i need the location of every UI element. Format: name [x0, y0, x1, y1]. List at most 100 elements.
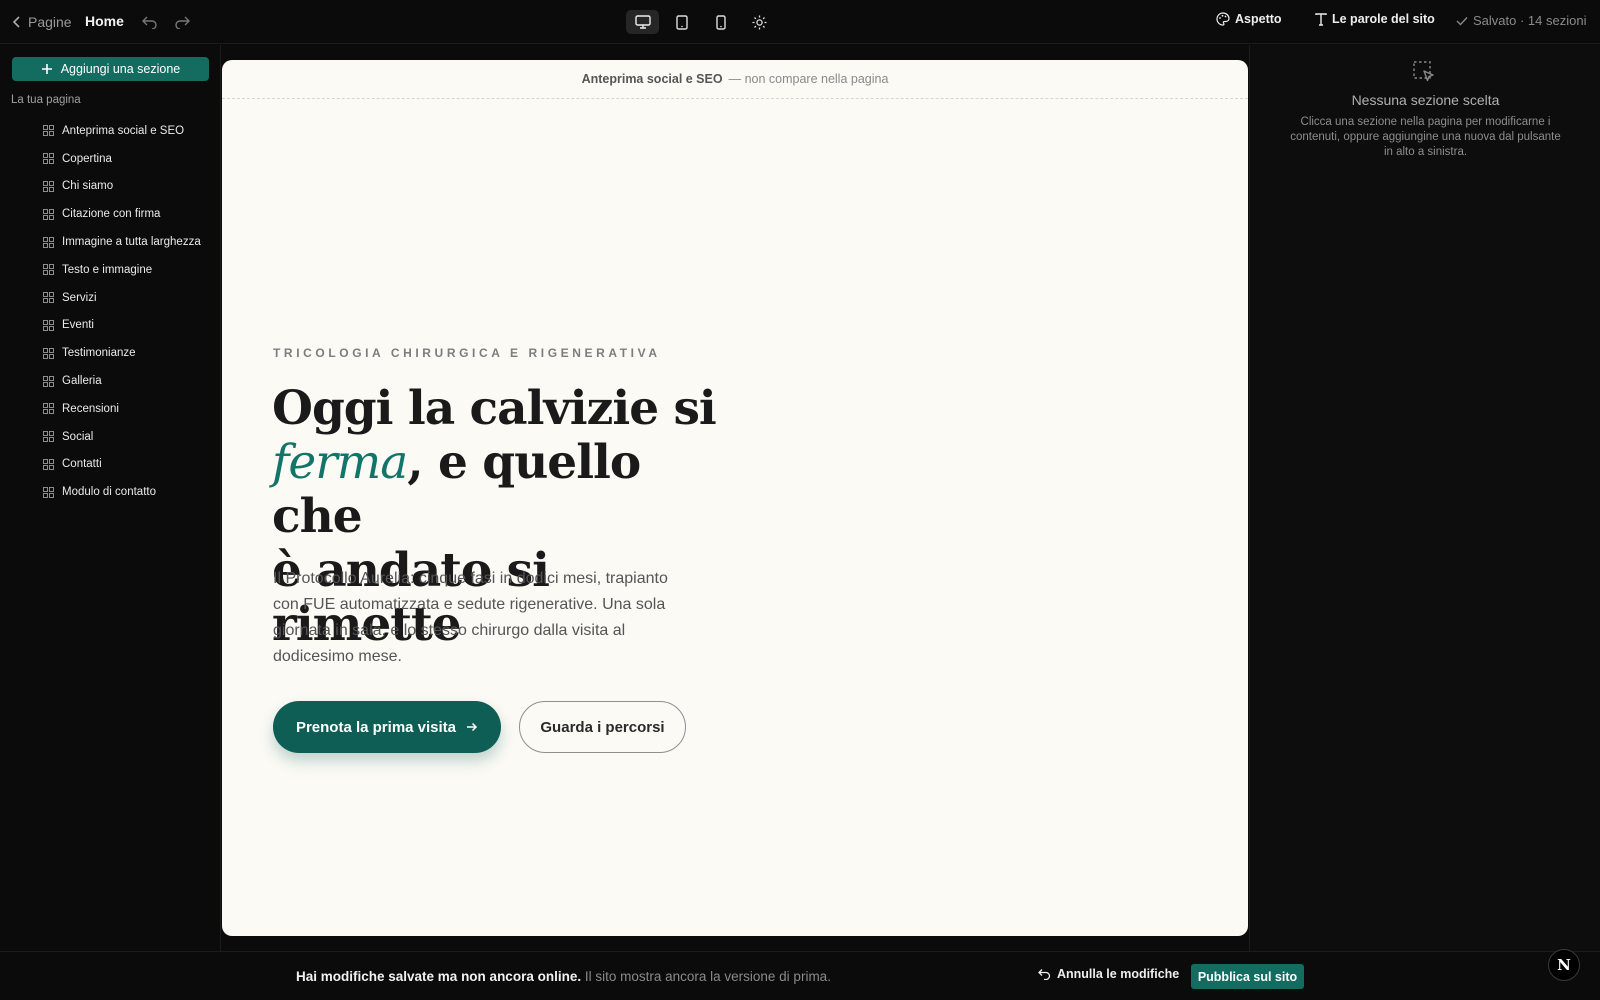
chevron-left-icon: [12, 16, 20, 28]
sidebar-section-label: Testimonianze: [62, 347, 136, 360]
mobile-view-button[interactable]: [704, 10, 737, 34]
undo-icon: [142, 16, 157, 29]
grid-icon: [43, 153, 54, 165]
desktop-view-button[interactable]: [626, 10, 659, 34]
publish-button[interactable]: Pubblica sul sito: [1191, 964, 1304, 989]
seo-preview-strip[interactable]: Anteprima social e SEO — non compare nel…: [222, 60, 1248, 99]
redo-button[interactable]: [172, 12, 192, 32]
sidebar-section-label: Testo e immagine: [62, 263, 153, 276]
discard-changes-label: Annulla le modifiche: [1057, 967, 1180, 981]
unpublished-message-rest: Il sito mostra ancora la versione di pri…: [584, 969, 831, 984]
site-words-label: Le parole del sito: [1332, 12, 1435, 26]
page-name: Home: [85, 13, 124, 29]
device-switcher: [626, 10, 776, 34]
aspetto-label: Aspetto: [1235, 12, 1282, 26]
check-icon: [1456, 16, 1468, 26]
tablet-view-button[interactable]: [665, 10, 698, 34]
plus-icon: [41, 64, 52, 74]
unpublished-message-strong: Hai modifiche salvate ma non ancora onli…: [296, 969, 582, 984]
sidebar-section-item[interactable]: Modulo di contatto: [0, 478, 221, 506]
inspector-hint: Clicca una sezione nella pagina per modi…: [1290, 116, 1561, 158]
grid-icon: [43, 264, 54, 276]
back-label: Pagine: [28, 14, 72, 30]
grid-icon: [43, 208, 54, 220]
theme-toggle-button[interactable]: [743, 10, 776, 34]
sidebar-section-label: Immagine a tutta larghezza: [62, 236, 201, 249]
hero-title-emphasis: ferma: [272, 435, 408, 490]
sidebar-section-item[interactable]: Servizi: [0, 284, 221, 312]
text-icon: [1315, 12, 1327, 26]
sidebar-section-label: Recensioni: [62, 402, 119, 415]
select-section-icon: [1413, 61, 1434, 82]
view-paths-button[interactable]: Guarda i percorsi: [519, 701, 686, 753]
grid-icon: [43, 236, 54, 248]
sidebar-title: La tua pagina: [11, 94, 81, 106]
sidebar-section-label: Citazione con firma: [62, 208, 161, 221]
hero-eyebrow: TRICOLOGIA CHIRURGICA E RIGENERATIVA: [273, 346, 661, 360]
add-section-label: Aggiungi una sezione: [60, 62, 181, 76]
sidebar-section-label: Modulo di contatto: [62, 486, 156, 499]
sidebar-section-label: Social: [62, 430, 94, 443]
inspector-panel: Nessuna sezione scelta Clicca una sezion…: [1249, 45, 1600, 951]
sections-sidebar: Aggiungi una sezione La tua pagina Antep…: [0, 45, 221, 951]
redo-icon: [175, 16, 190, 29]
unpublished-message: Hai modifiche salvate ma non ancora onli…: [296, 969, 831, 984]
sidebar-section-item[interactable]: Anteprima social e SEO: [0, 117, 221, 145]
sidebar-section-item[interactable]: Eventi: [0, 312, 221, 340]
top-bar: Pagine Home Aspetto Le parole del sito S…: [0, 0, 1600, 44]
hero-title-line1: Oggi la calvizie si: [272, 381, 717, 436]
mobile-icon: [715, 14, 726, 30]
site-words-button[interactable]: Le parole del sito: [1315, 12, 1435, 26]
grid-icon: [43, 292, 54, 304]
book-visit-label: Prenota la prima visita: [295, 718, 457, 736]
tablet-icon: [675, 14, 688, 30]
sidebar-section-item[interactable]: Contatti: [0, 451, 221, 479]
back-to-pages-button[interactable]: Pagine: [12, 12, 72, 32]
discard-changes-button[interactable]: Annulla le modifiche: [1038, 967, 1179, 981]
arrow-right-icon: [467, 722, 478, 732]
grid-icon: [43, 431, 54, 443]
sidebar-section-item[interactable]: Chi siamo: [0, 173, 221, 201]
save-status-text: Salvato · 14 sezioni: [1473, 13, 1587, 28]
palette-icon: [1216, 12, 1230, 26]
grid-icon: [43, 375, 54, 387]
grid-icon: [43, 403, 54, 415]
sidebar-section-item[interactable]: Copertina: [0, 145, 221, 173]
grid-icon: [43, 180, 54, 192]
seo-strip-title: Anteprima social e SEO: [581, 72, 723, 86]
sidebar-section-item[interactable]: Galleria: [0, 367, 221, 395]
inspector-title: Nessuna sezione scelta: [1351, 92, 1500, 108]
hero-body: Il Protocollo Aurelia: cinque fasi in do…: [273, 570, 668, 665]
section-list: Anteprima social e SEO Copertina Chi siamo…: [0, 117, 221, 506]
sidebar-section-item[interactable]: Testimonianze: [0, 339, 221, 367]
sun-icon: [752, 15, 767, 29]
sidebar-section-item[interactable]: Immagine a tutta larghezza: [0, 228, 221, 256]
grid-icon: [43, 486, 54, 498]
desktop-icon: [634, 15, 651, 29]
add-section-button[interactable]: Aggiungi una sezione: [12, 57, 209, 81]
save-status: Salvato · 14 sezioni: [1456, 13, 1586, 28]
grid-icon: [43, 125, 54, 137]
book-visit-button[interactable]: Prenota la prima visita: [273, 701, 501, 753]
sidebar-section-label: Contatti: [62, 458, 102, 471]
sidebar-section-label: Copertina: [62, 152, 112, 165]
sidebar-section-item[interactable]: Social: [0, 423, 221, 451]
sidebar-section-label: Eventi: [62, 319, 94, 332]
seo-strip-note: — non compare nella pagina: [728, 72, 889, 86]
sidebar-section-label: Servizi: [62, 291, 97, 304]
sidebar-section-item[interactable]: Recensioni: [0, 395, 221, 423]
publish-bar: Hai modifiche salvate ma non ancora onli…: [0, 951, 1600, 1000]
sidebar-section-item[interactable]: Testo e immagine: [0, 256, 221, 284]
grid-icon: [43, 319, 54, 331]
grid-icon: [43, 458, 54, 470]
grid-icon: [43, 347, 54, 359]
app-logo-avatar[interactable]: N: [1548, 949, 1580, 981]
sidebar-section-label: Galleria: [62, 375, 102, 388]
sidebar-section-label: Anteprima social e SEO: [62, 124, 185, 137]
undo-button[interactable]: [140, 12, 160, 32]
sidebar-section-label: Chi siamo: [62, 180, 114, 193]
aspetto-button[interactable]: Aspetto: [1216, 12, 1282, 26]
sidebar-section-item[interactable]: Citazione con firma: [0, 200, 221, 228]
undo-icon: [1038, 969, 1051, 980]
page-canvas: Anteprima social e SEO — non compare nel…: [222, 60, 1248, 936]
